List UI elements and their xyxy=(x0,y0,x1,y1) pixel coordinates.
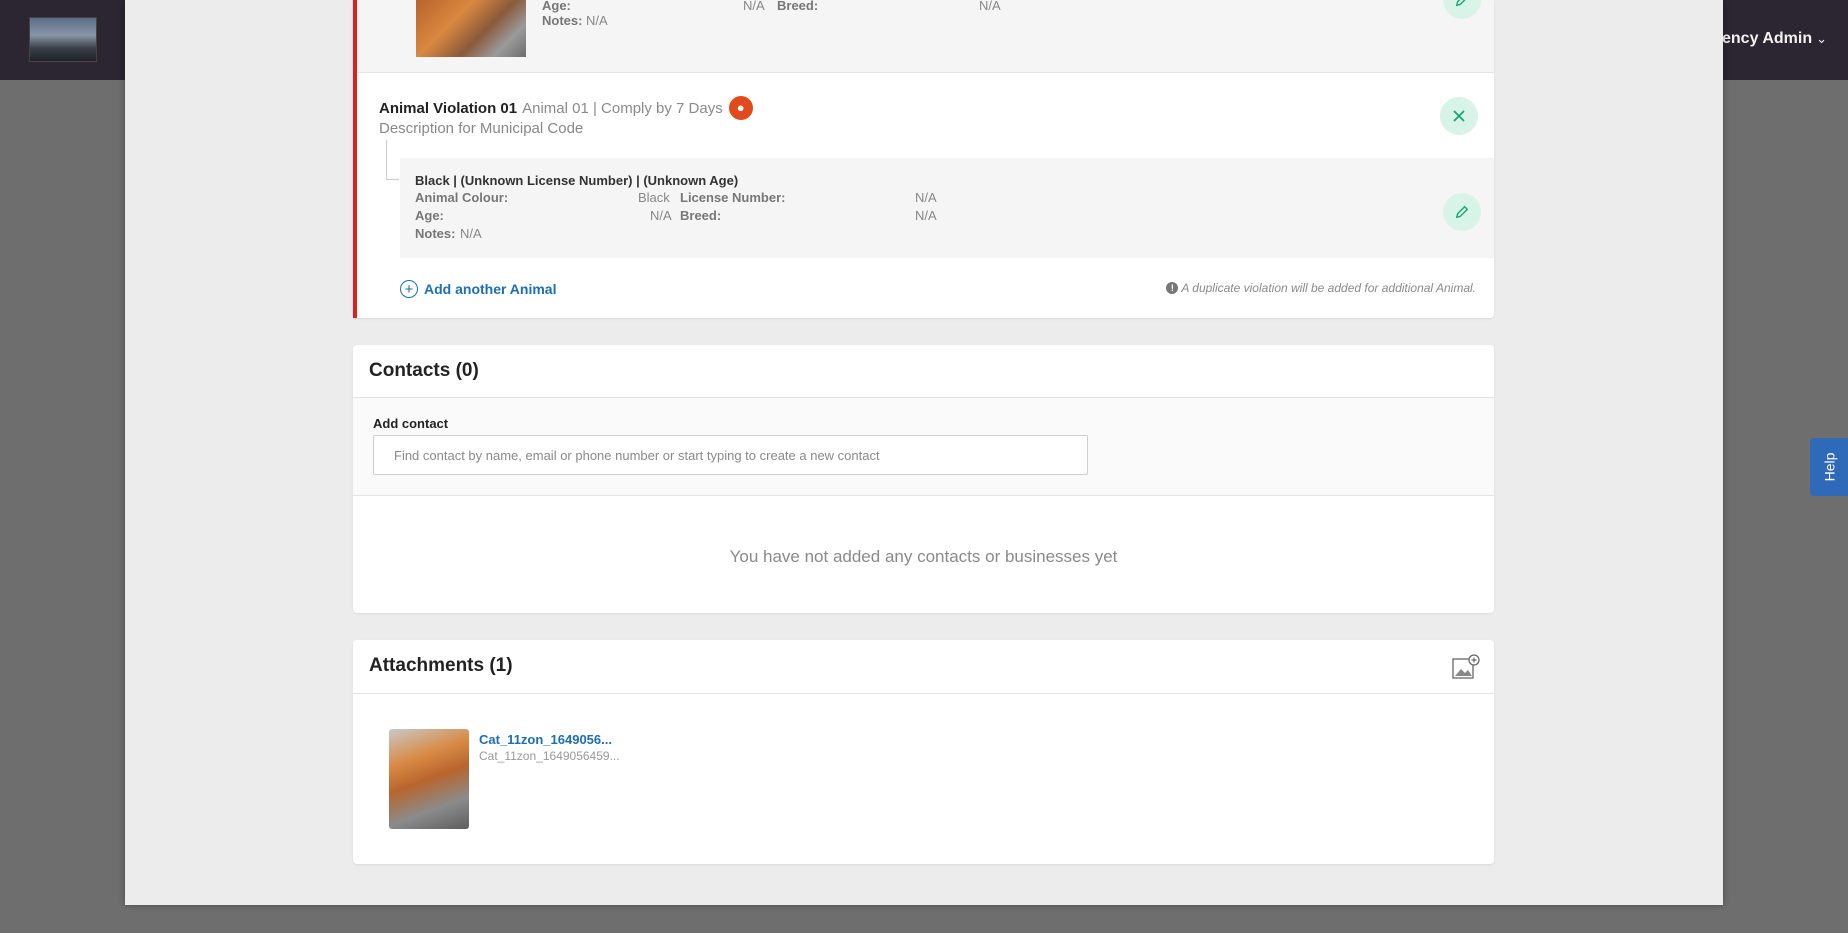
user-menu[interactable]: ency Admin ⌄ xyxy=(1722,30,1827,48)
license-value: N/A xyxy=(915,190,937,205)
contacts-title: Contacts (0) xyxy=(369,360,479,381)
duplicate-note: ! A duplicate violation will be added fo… xyxy=(1166,281,1476,295)
info-icon: ! xyxy=(1166,282,1179,294)
breed-label: Breed: xyxy=(680,208,722,223)
add-animal-label: Add another Animal xyxy=(424,281,557,297)
attachments-card: Attachments (1) Cat_11zon_1649056... Cat… xyxy=(353,640,1494,864)
add-contact-section: Add contact xyxy=(353,398,1494,496)
user-menu-label: ency Admin xyxy=(1722,30,1813,47)
notes-value: N/A xyxy=(460,226,482,241)
agency-logo[interactable] xyxy=(29,17,97,62)
add-attachment-button[interactable] xyxy=(1452,654,1480,680)
remove-violation-button[interactable] xyxy=(1440,97,1478,135)
edit-animal-button[interactable] xyxy=(1443,0,1481,19)
age-label: Age: xyxy=(542,0,571,13)
violation-card: Age: N/A Breed: N/A Notes: N/A Animal Vi… xyxy=(353,0,1494,318)
close-icon xyxy=(1453,110,1465,122)
paw-icon: ● xyxy=(728,96,753,120)
age-value: N/A xyxy=(650,208,672,223)
notes-label: Notes: xyxy=(542,13,583,28)
pencil-icon xyxy=(1455,0,1466,7)
attachments-title: Attachments (1) xyxy=(369,655,513,676)
notes-label: Notes: xyxy=(415,226,456,241)
help-tab[interactable]: Help xyxy=(1810,438,1848,496)
breed-value: N/A xyxy=(979,0,1001,13)
contacts-empty-message: You have not added any contacts or busin… xyxy=(729,547,1118,566)
attachment-thumbnail[interactable] xyxy=(389,729,469,829)
add-contact-label: Add contact xyxy=(373,416,449,431)
violation-subtitle: Animal 01 | Comply by 7 Days xyxy=(522,99,723,117)
age-value: N/A xyxy=(743,0,765,13)
colour-value: Black xyxy=(638,190,670,205)
attachment-filename: Cat_11zon_1649056459... xyxy=(479,749,620,763)
tree-connector xyxy=(386,140,399,180)
colour-label: Animal Colour: xyxy=(415,190,509,205)
previous-animal-row: Age: N/A Breed: N/A Notes: N/A xyxy=(357,0,1494,73)
breed-label: Breed: xyxy=(777,0,819,13)
license-label: License Number: xyxy=(680,190,786,205)
age-label: Age: xyxy=(415,208,444,223)
edit-animal-button[interactable] xyxy=(1443,193,1481,231)
animal-row: Black | (Unknown License Number) | (Unkn… xyxy=(400,158,1494,258)
plus-circle-icon: + xyxy=(400,280,418,298)
violation-header: Animal Violation 01 Animal 01 | Comply b… xyxy=(379,96,753,120)
animal-title: Black | (Unknown License Number) | (Unkn… xyxy=(415,173,739,188)
add-another-animal-link[interactable]: + Add another Animal xyxy=(400,280,557,298)
animal-photo xyxy=(416,0,526,57)
violation-title: Animal Violation 01 xyxy=(379,99,518,117)
attachment-name-link[interactable]: Cat_11zon_1649056... xyxy=(479,732,612,747)
notes-value: N/A xyxy=(586,13,608,28)
help-tab-label: Help xyxy=(1820,452,1837,482)
divider xyxy=(353,693,1494,694)
add-image-icon xyxy=(1452,654,1480,679)
contacts-card: Contacts (0) Add contact You have not ad… xyxy=(353,345,1494,613)
pencil-icon xyxy=(1455,205,1469,219)
contact-search-input[interactable] xyxy=(373,435,1088,475)
chevron-down-icon: ⌄ xyxy=(1816,31,1827,46)
duplicate-note-text: A duplicate violation will be added for … xyxy=(1181,281,1476,295)
breed-value: N/A xyxy=(915,208,937,223)
violation-description: Description for Municipal Code xyxy=(379,120,584,137)
